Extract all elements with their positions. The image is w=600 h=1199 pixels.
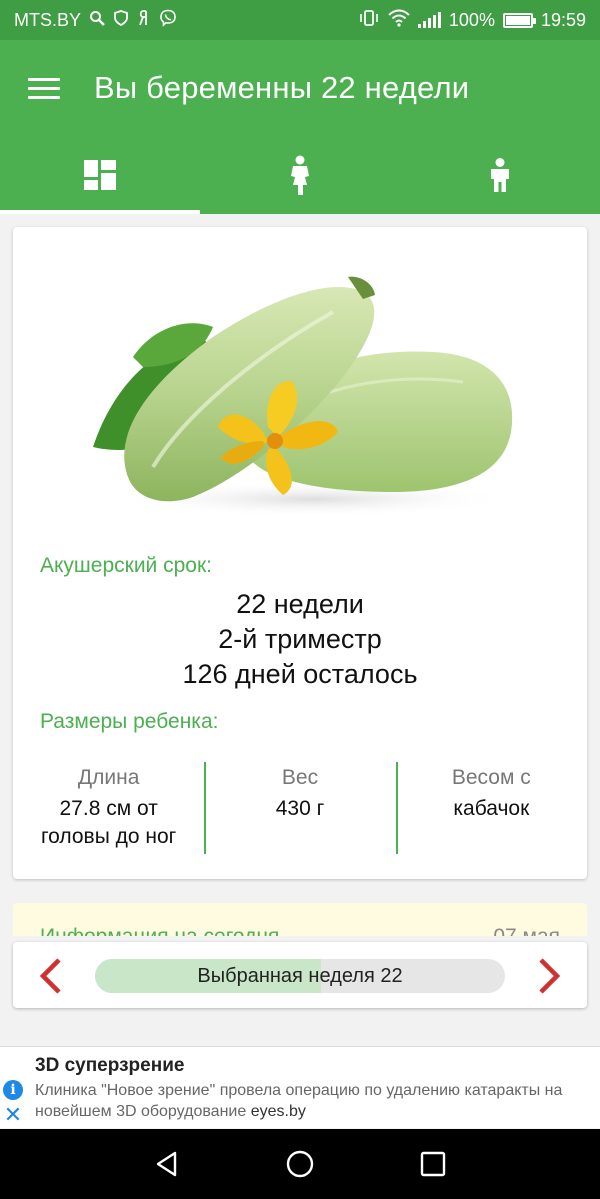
weight-column: Вес 430 г <box>204 762 395 854</box>
mother-icon <box>291 155 309 195</box>
obstetric-term-label: Акушерский срок: <box>40 554 212 577</box>
chevron-right-icon <box>539 958 561 994</box>
baby-size-label: Размеры ребенка: <box>40 710 219 733</box>
pregnancy-info-card: Акушерский срок: 22 недели 2-й триместр … <box>13 227 587 879</box>
next-week-button[interactable] <box>531 956 567 996</box>
weight-value: 430 г <box>275 797 325 820</box>
search-icon <box>89 10 105 30</box>
ad-banner[interactable]: i ✕ 3D суперзрение Клиника "Новое зрение… <box>0 1046 600 1128</box>
page-title: Вы беременны 22 недели <box>94 70 470 105</box>
length-heading: Длина <box>77 766 140 789</box>
length-column: Длина 27.8 см от головы до ног <box>13 762 204 854</box>
home-button[interactable] <box>280 1144 320 1184</box>
back-triangle-icon <box>156 1151 176 1177</box>
compare-value: кабачок <box>453 797 530 820</box>
ad-close-icon[interactable]: ✕ <box>3 1104 23 1126</box>
term-weeks: 22 недели <box>236 589 364 619</box>
chevron-left-icon <box>39 958 61 994</box>
status-bar: MTS.BY 100% 19:59 <box>0 0 600 40</box>
term-trimester: 2-й триместр <box>218 624 382 654</box>
dashboard-icon <box>84 160 116 190</box>
battery-percent: 100% <box>448 9 495 30</box>
clock: 19:59 <box>540 9 586 30</box>
viber-icon <box>159 9 177 31</box>
signal-icon <box>417 12 441 28</box>
recents-button[interactable] <box>413 1144 453 1184</box>
length-value: 27.8 см от головы до ног <box>40 797 177 848</box>
today-info-title: Информация на сегодня <box>40 925 279 936</box>
wifi-icon <box>388 9 410 31</box>
tab-child[interactable] <box>400 136 600 214</box>
previous-week-button[interactable] <box>33 956 69 996</box>
ad-text: Клиника "Новое зрение" провела операцию … <box>35 1082 563 1120</box>
term-days-left: 126 дней осталось <box>182 659 418 689</box>
system-navigation-bar <box>0 1129 600 1199</box>
back-button[interactable] <box>147 1144 187 1184</box>
home-circle-icon <box>286 1150 314 1178</box>
battery-icon <box>502 12 536 28</box>
tab-mother[interactable] <box>200 136 400 214</box>
zucchini-image <box>93 276 513 517</box>
vibrate-icon <box>358 9 380 31</box>
ad-info-icon[interactable]: i <box>3 1080 23 1100</box>
compare-heading: Весом с <box>451 766 531 789</box>
ad-title[interactable]: 3D суперзрение <box>35 1055 184 1077</box>
hamburger-menu-icon[interactable] <box>28 68 68 108</box>
term-details: 22 недели 2-й триместр 126 дней осталось <box>13 587 587 692</box>
today-info-card[interactable]: Информация на сегодня 07 мая <box>13 903 587 936</box>
app-bar: Вы беременны 22 недели <box>0 40 600 136</box>
week-selector: Выбранная неделя 22 <box>13 942 587 1008</box>
ad-domain[interactable]: eyes.by <box>251 1103 306 1120</box>
tab-dashboard[interactable] <box>0 136 200 214</box>
selected-week-label: Выбранная неделя 22 <box>197 965 403 987</box>
compare-column: Весом с кабачок <box>395 762 587 854</box>
weight-heading: Вес <box>281 766 319 789</box>
tab-bar <box>0 136 600 214</box>
recents-square-icon <box>421 1151 446 1177</box>
week-progress-bar[interactable]: Выбранная неделя 22 <box>95 959 505 993</box>
today-info-date: 07 мая <box>493 925 560 936</box>
carrier-label: MTS.BY <box>14 9 82 30</box>
baby-size-table: Длина 27.8 см от головы до ног Вес 430 г… <box>13 762 587 854</box>
child-icon <box>491 158 509 192</box>
yandex-icon <box>137 10 151 30</box>
shield-icon <box>113 10 129 30</box>
